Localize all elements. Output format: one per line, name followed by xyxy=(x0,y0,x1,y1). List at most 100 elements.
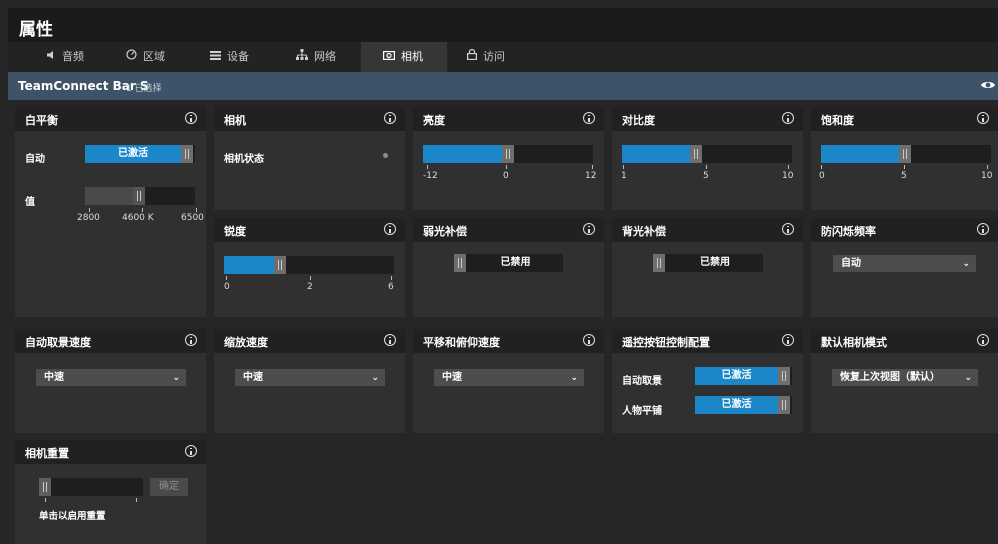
toggle-knob[interactable] xyxy=(778,367,790,385)
tab-device[interactable]: 设备 xyxy=(210,42,290,72)
auto-framing-label: 自动取景 xyxy=(622,376,662,387)
info-icon[interactable] xyxy=(782,112,794,124)
white-balance-auto-toggle[interactable]: 已激活 xyxy=(85,145,195,163)
value-label: 值 xyxy=(25,197,35,208)
toggle-state: 已激活 xyxy=(85,145,181,163)
tab-camera[interactable]: 相机 xyxy=(361,42,447,72)
info-icon[interactable] xyxy=(782,223,794,235)
lock-icon xyxy=(467,42,478,72)
white-balance-slider[interactable] xyxy=(85,187,195,205)
tab-zone-label: 区域 xyxy=(143,50,165,63)
slider-knob[interactable] xyxy=(690,145,702,163)
brightness-slider[interactable] xyxy=(423,145,593,163)
tick xyxy=(89,208,90,212)
slider-knob[interactable] xyxy=(274,256,286,274)
tick-label: 1 xyxy=(621,171,627,181)
panel-low-light: 弱光补偿 已禁用 xyxy=(413,218,604,317)
tab-device-label: 设备 xyxy=(227,50,249,63)
tick-label: 6 xyxy=(388,282,394,292)
panel-anti-flicker: 防闪烁频率 自动 ⌄ xyxy=(811,218,998,317)
tick-label: 0 xyxy=(224,282,230,292)
tick xyxy=(196,208,197,212)
slider-fill xyxy=(622,145,690,163)
tick-label: 0 xyxy=(819,171,825,181)
panel-title: 亮度 xyxy=(423,114,445,127)
eye-icon[interactable] xyxy=(980,78,996,92)
panel-title: 弱光补偿 xyxy=(423,225,467,238)
tick-label: 2800 xyxy=(77,213,100,223)
pan-tilt-speed-select[interactable]: 中速 ⌄ xyxy=(434,369,584,386)
people-tiling-label: 人物平铺 xyxy=(622,406,662,417)
people-tiling-toggle[interactable]: 已激活 xyxy=(695,396,792,414)
tick xyxy=(506,165,507,169)
panel-title: 相机重置 xyxy=(25,447,69,460)
tick xyxy=(391,276,392,280)
low-light-toggle[interactable]: 已禁用 xyxy=(454,254,563,272)
tick xyxy=(142,208,143,212)
info-icon[interactable] xyxy=(977,112,989,124)
tab-camera-label: 相机 xyxy=(401,50,423,63)
slider-knob[interactable] xyxy=(502,145,514,163)
slider-knob[interactable] xyxy=(39,478,51,496)
panel-title: 默认相机模式 xyxy=(821,336,887,349)
toggle-knob[interactable] xyxy=(653,254,665,272)
info-icon[interactable] xyxy=(583,112,595,124)
info-icon[interactable] xyxy=(977,223,989,235)
info-icon[interactable] xyxy=(782,334,794,346)
panel-title: 遥控按钮控制配置 xyxy=(622,336,710,349)
toggle-knob[interactable] xyxy=(181,145,193,163)
select-value: 自动 xyxy=(841,258,861,269)
slider-knob[interactable] xyxy=(133,187,145,205)
toggle-knob[interactable] xyxy=(778,396,790,414)
reset-slider[interactable] xyxy=(39,478,143,496)
network-icon xyxy=(296,42,308,72)
panel-remote-config: 遥控按钮控制配置 自动取景 已激活 人物平铺 已激活 xyxy=(612,329,803,433)
panel-brightness: 亮度 -12 0 12 xyxy=(413,107,604,210)
tick-label: 2 xyxy=(307,282,313,292)
panel-title: 白平衡 xyxy=(25,114,58,127)
slider-fill xyxy=(423,145,502,163)
tab-access[interactable]: 访问 xyxy=(467,42,547,72)
panel-title: 缩放速度 xyxy=(224,336,268,349)
info-icon[interactable] xyxy=(384,223,396,235)
panel-title: 背光补偿 xyxy=(622,225,666,238)
info-icon[interactable] xyxy=(185,445,197,457)
zoom-speed-select[interactable]: 中速 ⌄ xyxy=(235,369,385,386)
panel-title: 防闪烁频率 xyxy=(821,225,876,238)
info-icon[interactable] xyxy=(185,112,197,124)
panel-saturation: 饱和度 0 5 10 xyxy=(811,107,998,210)
tick xyxy=(592,165,593,169)
panel-auto-framing-speed: 自动取景速度 中速 ⌄ xyxy=(15,329,206,433)
backlight-toggle[interactable]: 已禁用 xyxy=(653,254,763,272)
chevron-down-icon: ⌄ xyxy=(371,373,379,383)
chevron-down-icon: ⌄ xyxy=(172,373,180,383)
tab-access-label: 访问 xyxy=(483,50,505,63)
info-icon[interactable] xyxy=(185,334,197,346)
slider-fill xyxy=(224,256,274,274)
tick xyxy=(987,165,988,169)
info-icon[interactable] xyxy=(583,223,595,235)
default-mode-select[interactable]: 恢复上次视图（默认） ⌄ xyxy=(832,369,978,386)
chevron-down-icon: ⌄ xyxy=(570,373,578,383)
panel-sharpness: 锐度 0 2 6 xyxy=(214,218,405,317)
info-icon[interactable] xyxy=(384,334,396,346)
tab-zone[interactable]: 区域 xyxy=(126,42,206,72)
slider-knob[interactable] xyxy=(899,145,911,163)
auto-framing-speed-select[interactable]: 中速 ⌄ xyxy=(36,369,186,386)
tab-audio[interactable]: 音频 xyxy=(46,42,126,72)
toggle-state: 已禁用 xyxy=(500,257,531,268)
toggle-knob[interactable] xyxy=(454,254,466,272)
tick-label: 0 xyxy=(503,171,509,181)
contrast-slider[interactable] xyxy=(622,145,792,163)
info-icon[interactable] xyxy=(583,334,595,346)
device-bar: TeamConnect Bar S 1 已选择 xyxy=(8,72,998,100)
info-icon[interactable] xyxy=(384,112,396,124)
saturation-slider[interactable] xyxy=(821,145,991,163)
anti-flicker-select[interactable]: 自动 ⌄ xyxy=(833,255,976,272)
confirm-button[interactable]: 确定 xyxy=(150,478,188,496)
sharpness-slider[interactable] xyxy=(224,256,394,274)
auto-framing-toggle[interactable]: 已激活 xyxy=(695,367,792,385)
info-icon[interactable] xyxy=(977,334,989,346)
select-value: 中速 xyxy=(44,372,64,383)
panel-contrast: 对比度 1 5 10 xyxy=(612,107,803,210)
